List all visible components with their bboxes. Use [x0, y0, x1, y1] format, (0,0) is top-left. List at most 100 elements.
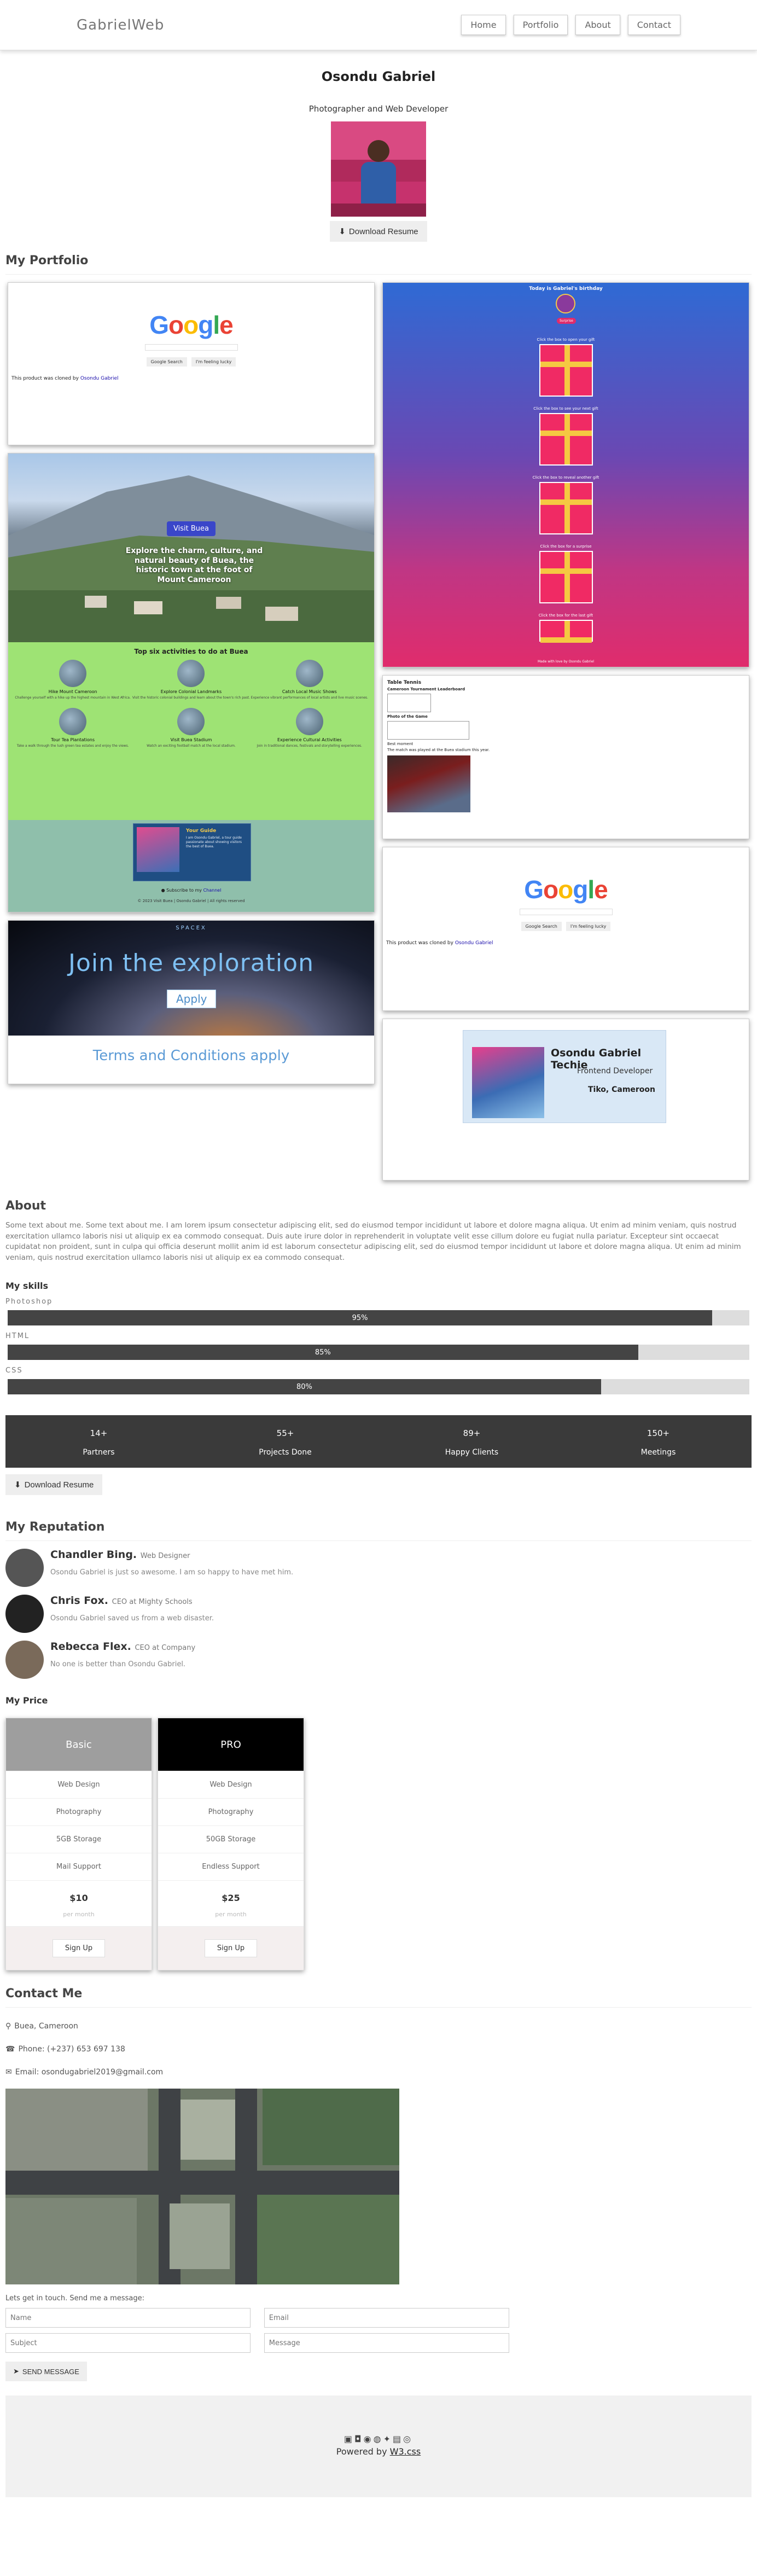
spacex-terms: Terms and Conditions apply: [92, 1048, 290, 1064]
google-search-button[interactable]: Google Search: [146, 357, 187, 367]
gift-box-icon[interactable]: [539, 482, 593, 534]
buea-hero-image: Visit Buea Explore the charm, culture, a…: [8, 453, 374, 642]
pricing-plans: Basic Web Design Photography 5GB Storage…: [0, 1718, 757, 1971]
nav-portfolio[interactable]: Portfolio: [513, 15, 568, 35]
download-icon: ⬇: [339, 227, 346, 236]
gift-box-icon[interactable]: [539, 620, 593, 643]
skill-name: Photoshop: [5, 1298, 53, 1306]
avatar: [5, 1549, 44, 1588]
gift-box-icon[interactable]: [539, 413, 593, 466]
github-icon[interactable]: ◎: [403, 2434, 413, 2444]
contact-location: ⚲ Buea, Cameroon: [0, 2022, 757, 2031]
activity-card: Visit Buea Stadium Watch an exciting foot…: [132, 707, 250, 748]
spacex-apply-button[interactable]: Apply: [167, 990, 217, 1008]
brand-logo[interactable]: GabrielWeb: [77, 17, 164, 33]
gift-item[interactable]: Click the box to reveal another gift: [383, 475, 749, 534]
pinterest-icon[interactable]: ◍: [374, 2434, 383, 2444]
subject-field[interactable]: [5, 2333, 251, 2353]
google-search-input[interactable]: [144, 344, 238, 351]
google-foot-link[interactable]: Osondu Gabriel: [455, 940, 493, 946]
author-role: CEO at Mighty Schools: [112, 1598, 193, 1607]
download-resume-label: Download Resume: [348, 226, 418, 236]
plan-price-period: per month: [63, 1911, 95, 1918]
plan-name: Basic: [6, 1718, 152, 1771]
table-app-subtitle: Cameroon Tournament Leaderboard: [387, 687, 465, 691]
portfolio-spacex[interactable]: SPACEX Join the exploration Apply Terms …: [8, 920, 375, 1084]
google-search-input[interactable]: [519, 909, 613, 915]
google-search-button[interactable]: Google Search: [521, 922, 562, 931]
contact-phone: ☎ Phone: (+237) 653 697 138: [0, 2045, 757, 2054]
gift-item[interactable]: Click the box to see your next gift: [383, 406, 749, 466]
spacex-logo: SPACEX: [176, 925, 207, 931]
twitter-icon[interactable]: ✦: [383, 2434, 393, 2444]
w3css-link[interactable]: W3.css: [390, 2446, 421, 2457]
gift-box-icon[interactable]: [539, 551, 593, 603]
nav-links: Home Portfolio About Contact: [461, 15, 680, 35]
plan-feature: Photography: [158, 1798, 304, 1825]
buea-activities: Top six activities to do at Buea Hike Mo…: [8, 642, 374, 820]
testimonial-quote: Osondu Gabriel saved us from a web disas…: [50, 1614, 214, 1623]
profile-name: Osondu Gabriel: [321, 69, 436, 84]
testimonial: Chandler Bing. Web Designer Osondu Gabrie…: [5, 1549, 752, 1588]
snapchat-icon[interactable]: ◉: [364, 2434, 374, 2444]
page-footer: ▣◘◉◍✦▤◎ Powered by W3.css: [5, 2395, 752, 2498]
portfolio-visit-buea[interactable]: Visit Buea Explore the charm, culture, a…: [8, 453, 375, 912]
google-lucky-button[interactable]: I'm feeling lucky: [191, 357, 236, 367]
activity-card: Explore Colonial Landmarks Visit the hist…: [132, 660, 250, 700]
activity-title: Hike Mount Cameroon: [48, 689, 97, 694]
portfolio-birthday-gifts[interactable]: Today is Gabriel's birthday Surprise Cli…: [382, 282, 749, 667]
email-field[interactable]: [264, 2308, 509, 2328]
signup-button[interactable]: Sign Up: [204, 1939, 258, 1958]
plan-feature: Photography: [6, 1798, 152, 1825]
instagram-icon[interactable]: ◘: [354, 2434, 364, 2444]
download-resume-button-2[interactable]: ⬇ Download Resume: [5, 1474, 103, 1496]
plan-price: $25 per month: [158, 1880, 304, 1926]
gift-item[interactable]: Click the box to open your gift: [383, 338, 749, 397]
portfolio-techie-card[interactable]: Osondu Gabriel Techie Frontend Developer…: [382, 1019, 749, 1181]
gift-item[interactable]: Click the box for the last gift: [383, 613, 749, 643]
skill-bar: 85%: [8, 1345, 749, 1360]
gift-avatar: [556, 294, 575, 313]
download-resume-label: Download Resume: [24, 1480, 94, 1490]
portfolio-table-tennis[interactable]: Table Tennis Cameroon Tournament Leaderb…: [382, 675, 749, 839]
linkedin-icon[interactable]: ▤: [393, 2434, 403, 2444]
message-field[interactable]: [264, 2333, 509, 2353]
testimonial-author: Chandler Bing. Web Designer: [50, 1549, 293, 1561]
plan-price-value: $25: [222, 1893, 240, 1904]
results-table: [387, 721, 469, 740]
skill-name: HTML: [5, 1332, 30, 1341]
email-text: Email: osondugabriel2019@gmail.com: [15, 2068, 164, 2077]
signup-button[interactable]: Sign Up: [52, 1939, 106, 1958]
gift-label: Click the box to reveal another gift: [532, 475, 599, 480]
nav-about[interactable]: About: [575, 15, 620, 35]
testimonial-quote: No one is better than Osondu Gabriel.: [50, 1660, 186, 1669]
portfolio-google-clone[interactable]: Google Google Search I'm feeling lucky T…: [8, 282, 375, 445]
city-aerial-image: [5, 2089, 399, 2285]
paper-plane-icon: ➤: [13, 2367, 19, 2376]
powered-by: Powered by W3.css: [5, 2446, 752, 2457]
activity-card: Hike Mount Cameroon Challenge yourself wi…: [14, 660, 132, 700]
facebook-icon[interactable]: ▣: [344, 2434, 354, 2444]
spacex-hero: SPACEX Join the exploration Apply: [8, 921, 374, 1036]
name-field[interactable]: [5, 2308, 251, 2328]
nav-home[interactable]: Home: [461, 15, 506, 35]
subscribe-link[interactable]: Channel: [203, 888, 222, 893]
table-app-footer: The match was played at the Buea stadium…: [387, 748, 490, 752]
download-resume-button[interactable]: ⬇ Download Resume: [330, 221, 427, 242]
author-name: Chandler Bing.: [50, 1549, 137, 1561]
gift-box-icon[interactable]: [539, 344, 593, 397]
google-foot-link[interactable]: Osondu Gabriel: [80, 376, 119, 381]
google-lucky-button[interactable]: I'm feeling lucky: [566, 922, 611, 931]
plan-footer: Sign Up: [6, 1926, 152, 1970]
portfolio-google-clone-2[interactable]: Google Google Search I'm feeling lucky T…: [382, 847, 749, 1011]
profile-photo: [331, 121, 426, 217]
nav-contact[interactable]: Contact: [627, 15, 680, 35]
phone-icon: ☎: [5, 2045, 15, 2054]
avatar: [5, 1641, 44, 1679]
plan-price-period: per month: [215, 1911, 247, 1918]
send-message-button[interactable]: ➤ SEND MESSAGE: [5, 2362, 87, 2382]
gift-item[interactable]: Click the box for a surprise: [383, 544, 749, 603]
pricing-title: My Price: [5, 1695, 48, 1706]
visit-buea-button[interactable]: Visit Buea: [167, 521, 216, 536]
guide-photo: [137, 827, 179, 872]
